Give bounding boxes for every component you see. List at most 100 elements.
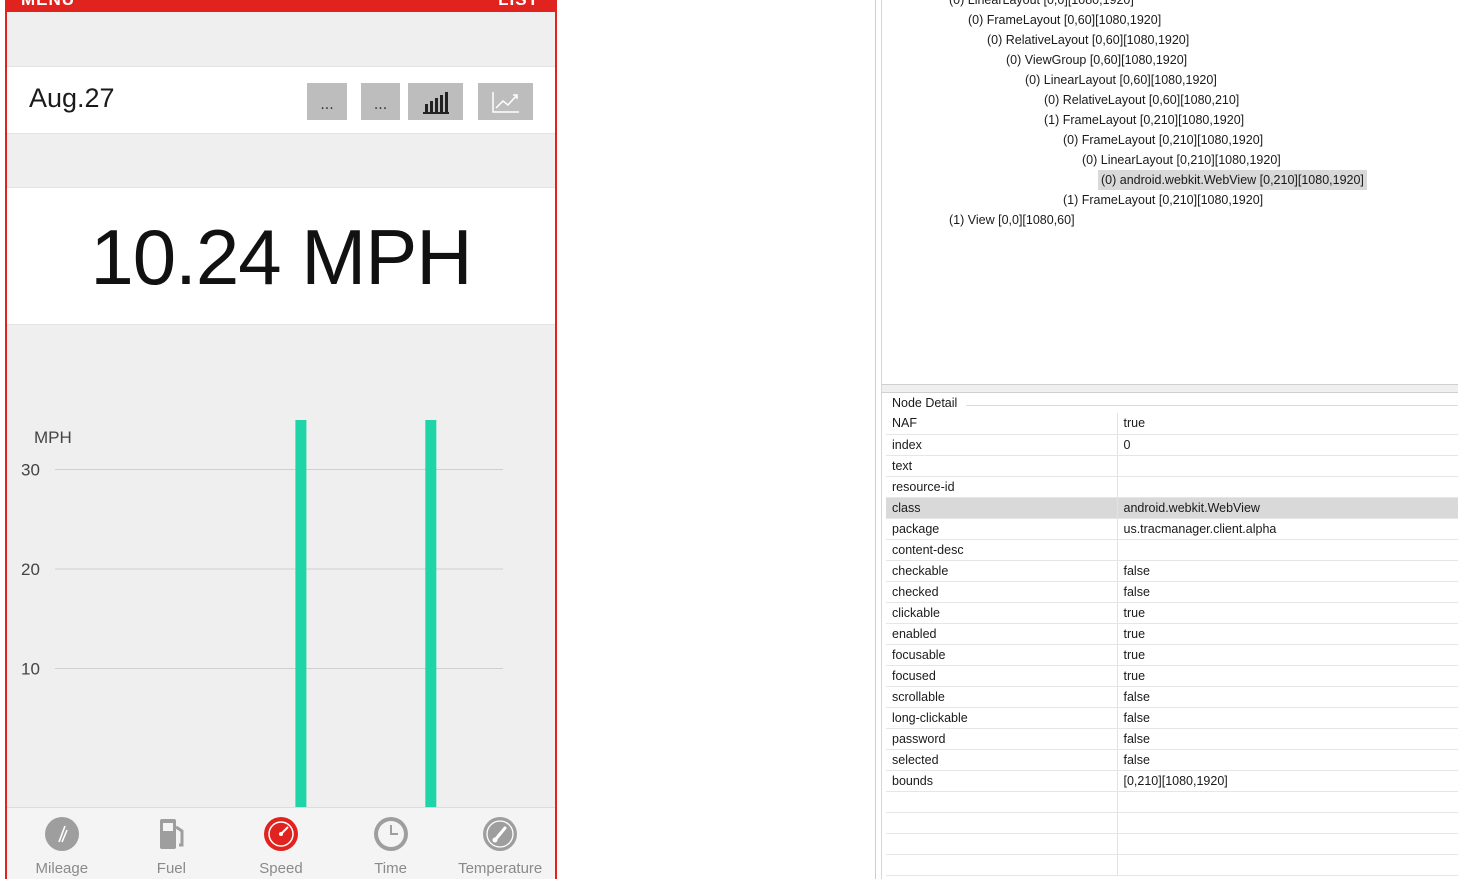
speed-value: 10.24 MPH: [90, 213, 472, 301]
nav-label: Temperature: [458, 860, 543, 877]
detail-key: resource-id: [886, 476, 1118, 498]
detail-value: [1117, 812, 1458, 834]
more-label-2: ...: [373, 97, 388, 113]
detail-row-enabled[interactable]: enabled true: [886, 623, 1458, 645]
app-top-bar: MENU LIST: [7, 0, 555, 12]
speed-chart: MPH10203040: [7, 420, 555, 808]
detail-row-empty[interactable]: [886, 812, 1458, 834]
node-detail-table: NAF true index 0 text resource-id class android…: [886, 413, 1458, 876]
nav-item-time[interactable]: Time: [336, 808, 446, 879]
tree-node[interactable]: (0) FrameLayout [0,60][1080,1920]: [965, 10, 1164, 30]
detail-value: 0: [1117, 434, 1458, 456]
detail-row-NAF[interactable]: NAF true: [886, 413, 1458, 435]
detail-value: false: [1117, 707, 1458, 729]
detail-value: false: [1117, 686, 1458, 708]
detail-value: [1117, 455, 1458, 477]
detail-row-resource-id[interactable]: resource-id: [886, 476, 1458, 498]
detail-value: true: [1117, 665, 1458, 687]
bar-chart-button[interactable]: [408, 83, 463, 120]
more-button-1[interactable]: ...: [307, 83, 347, 120]
detail-row-package[interactable]: package us.tracmanager.client.alpha: [886, 518, 1458, 540]
fuel-icon: [152, 815, 190, 853]
detail-row-checkable[interactable]: checkable false: [886, 560, 1458, 582]
detail-key: index: [886, 434, 1118, 456]
node-detail-divider: [966, 405, 1458, 406]
tree-node[interactable]: (0) ViewGroup [0,60][1080,1920]: [1003, 50, 1190, 70]
detail-key: checked: [886, 581, 1118, 603]
mileage-icon: [43, 815, 81, 853]
detail-value: [1117, 476, 1458, 498]
speed-summary: 10.24 MPH: [7, 187, 555, 325]
detail-row-scrollable[interactable]: scrollable false: [886, 686, 1458, 708]
nav-item-temperature[interactable]: Temperature: [445, 808, 555, 879]
tree-node[interactable]: (0) RelativeLayout [0,60][1080,1920]: [984, 30, 1192, 50]
detail-key: scrollable: [886, 686, 1118, 708]
date-label: Aug.27: [29, 83, 115, 113]
detail-row-index[interactable]: index 0: [886, 434, 1458, 456]
nav-item-mileage[interactable]: Mileage: [7, 808, 117, 879]
detail-row-focusable[interactable]: focusable true: [886, 644, 1458, 666]
detail-row-class[interactable]: class android.webkit.WebView: [886, 497, 1458, 519]
nav-item-fuel[interactable]: Fuel: [117, 808, 227, 879]
detail-key: text: [886, 455, 1118, 477]
detail-row-empty[interactable]: [886, 791, 1458, 813]
hierarchy-tree[interactable]: (0) LinearLayout [0,0][1080,1920] (0) Fra…: [886, 0, 1458, 388]
nav-label: Time: [374, 860, 407, 877]
date-toolbar: Aug.27 ... ...: [7, 66, 555, 134]
detail-key: focusable: [886, 644, 1118, 666]
detail-value: [1117, 833, 1458, 855]
line-chart-button[interactable]: [478, 83, 533, 120]
detail-row-bounds[interactable]: bounds [0,210][1080,1920]: [886, 770, 1458, 792]
tree-node[interactable]: (1) View [0,0][1080,60]: [946, 210, 1078, 230]
menu-button[interactable]: MENU: [21, 0, 75, 10]
bottom-nav: Mileage Fuel Speed Time Temperature: [7, 807, 555, 879]
tree-node[interactable]: (0) RelativeLayout [0,60][1080,210]: [1041, 90, 1242, 110]
detail-key: enabled: [886, 623, 1118, 645]
y-tick-label-20: 20: [21, 560, 40, 579]
tree-node[interactable]: (0) LinearLayout [0,210][1080,1920]: [1079, 150, 1284, 170]
y-tick-label-10: 10: [21, 660, 40, 679]
tree-node[interactable]: (0) LinearLayout [0,60][1080,1920]: [1022, 70, 1220, 90]
detail-row-password[interactable]: password false: [886, 728, 1458, 750]
detail-key: [886, 854, 1118, 876]
detail-row-checked[interactable]: checked false: [886, 581, 1458, 603]
more-label-1: ...: [320, 97, 334, 113]
detail-value: true: [1117, 623, 1458, 645]
detail-value: true: [1117, 602, 1458, 624]
detail-row-clickable[interactable]: clickable true: [886, 602, 1458, 624]
detail-row-selected[interactable]: selected false: [886, 749, 1458, 771]
detail-value: [0,210][1080,1920]: [1117, 770, 1458, 792]
detail-row-long-clickable[interactable]: long-clickable false: [886, 707, 1458, 729]
node-detail-panel: Node Detail NAF true index 0 text resource-id…: [886, 395, 1458, 879]
tree-node-selected[interactable]: (0) android.webkit.WebView [0,210][1080,…: [1098, 170, 1367, 190]
detail-value: [1117, 791, 1458, 813]
list-button[interactable]: LIST: [498, 0, 539, 10]
detail-row-empty[interactable]: [886, 854, 1458, 876]
y-tick-label-30: 30: [21, 461, 40, 480]
detail-row-text[interactable]: text: [886, 455, 1458, 477]
speed-chart-svg: MPH10203040: [21, 420, 503, 808]
tree-node[interactable]: (0) LinearLayout [0,0][1080,1920]: [946, 0, 1137, 10]
detail-key: long-clickable: [886, 707, 1118, 729]
detail-row-focused[interactable]: focused true: [886, 665, 1458, 687]
detail-key: bounds: [886, 770, 1118, 792]
tree-node[interactable]: (1) FrameLayout [0,210][1080,1920]: [1041, 110, 1247, 130]
detail-value: false: [1117, 749, 1458, 771]
node-detail-title: Node Detail: [892, 396, 958, 410]
tree-node[interactable]: (1) FrameLayout [0,210][1080,1920]: [1060, 190, 1266, 210]
detail-value: false: [1117, 728, 1458, 750]
detail-row-empty[interactable]: [886, 833, 1458, 855]
detail-key: selected: [886, 749, 1118, 771]
detail-value: [1117, 539, 1458, 561]
detail-key: password: [886, 728, 1118, 750]
more-button-2[interactable]: ...: [361, 83, 400, 120]
line-chart-icon: [491, 91, 519, 113]
detail-key: clickable: [886, 602, 1118, 624]
detail-value: us.tracmanager.client.alpha: [1117, 518, 1458, 540]
nav-item-speed[interactable]: Speed: [226, 808, 336, 879]
pane-splitter[interactable]: [882, 384, 1458, 393]
tree-node[interactable]: (0) FrameLayout [0,210][1080,1920]: [1060, 130, 1266, 150]
ui-inspector-panel: (0) LinearLayout [0,0][1080,1920] (0) Fra…: [875, 0, 1458, 879]
detail-row-content-desc[interactable]: content-desc: [886, 539, 1458, 561]
detail-key: [886, 791, 1118, 813]
